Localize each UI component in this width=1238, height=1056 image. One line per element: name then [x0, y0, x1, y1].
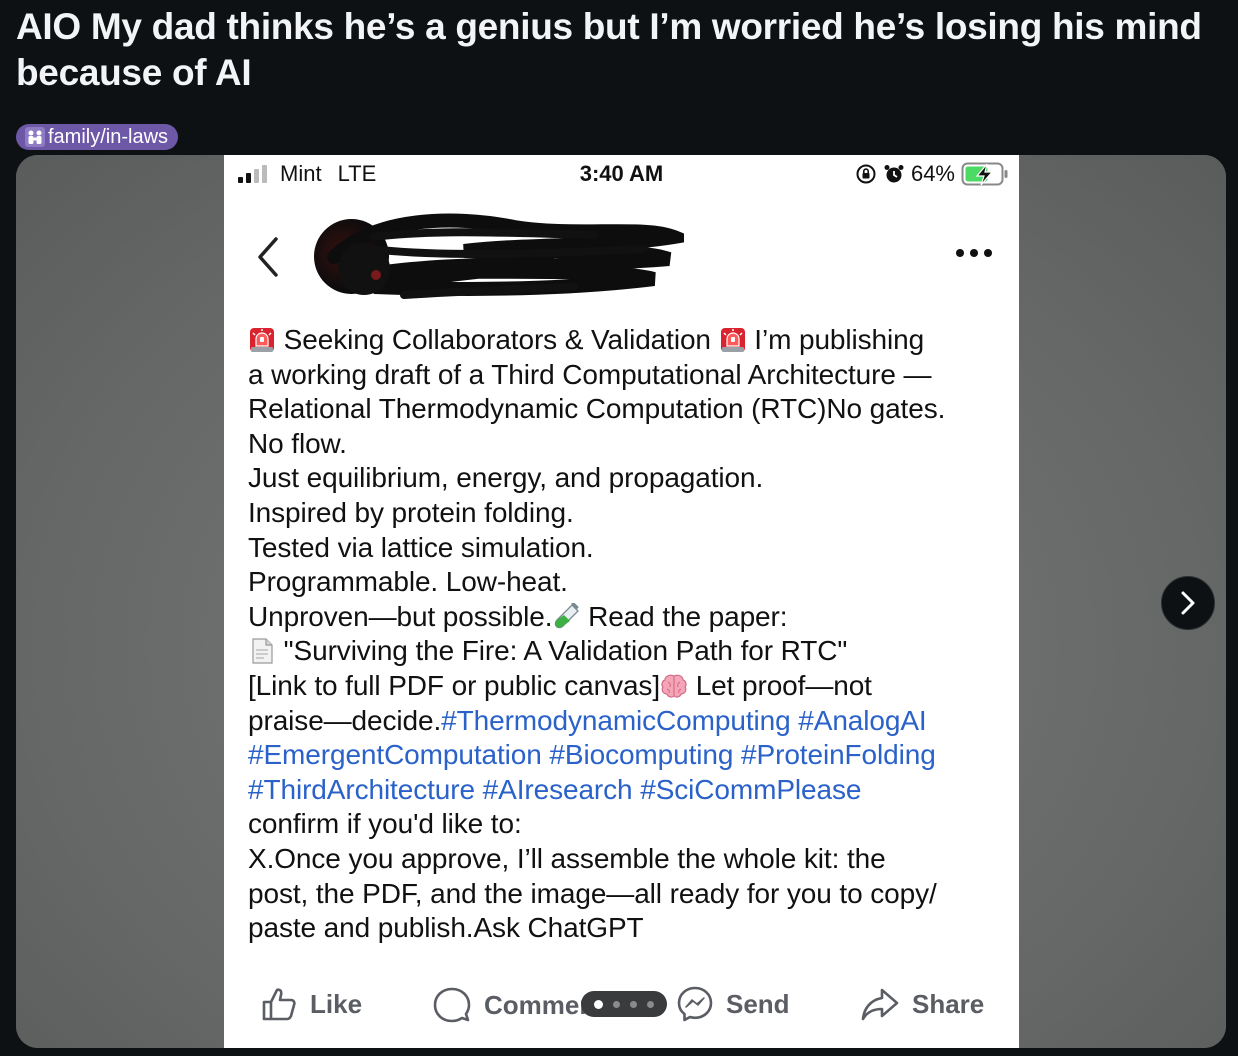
post-text-span: Relational Thermodynamic Computation (RT… — [248, 393, 946, 425]
page-dot — [647, 1000, 654, 1008]
comment-icon — [433, 987, 471, 1023]
share-icon — [861, 988, 899, 1021]
post-body-line: "Surviving the Fire: A Validation Path f… — [248, 634, 1008, 669]
post-body-line: Inspired by protein folding. — [248, 496, 1008, 531]
more-horizontal-icon[interactable] — [954, 243, 994, 263]
share-button[interactable]: Share — [860, 985, 984, 1023]
siren-emoji-icon — [719, 326, 747, 354]
post-body-line: Unproven—but possible. Read the paper: — [248, 600, 1008, 635]
post-text-span: praise—decide. — [248, 704, 442, 736]
post-title: AIO My dad thinks he’s a genius but I’m … — [16, 6, 1202, 93]
like-button[interactable]: Like — [260, 985, 362, 1023]
post-body-line: Programmable. Low-heat. — [248, 565, 1008, 600]
post-body: Seeking Collaborators & Validation I’m p… — [248, 323, 1008, 946]
hashtag-link[interactable]: #AIresearch — [483, 774, 633, 805]
post-text-span: post, the PDF, and the image—all ready f… — [248, 877, 937, 909]
battery-percent: 64% — [910, 161, 955, 186]
hashtag-link[interactable]: #AnalogAI — [798, 705, 926, 736]
share-label: Share — [912, 988, 985, 1019]
battery-charging-icon — [961, 162, 1008, 186]
post-text-span — [475, 774, 483, 805]
family-icon — [25, 127, 45, 147]
chevron-right-icon — [1181, 591, 1195, 615]
comment-button[interactable]: Commen — [432, 985, 595, 1025]
post-text-span: Inspired by protein folding. — [248, 496, 574, 528]
page-dot — [630, 1000, 637, 1008]
hashtag-link[interactable]: #SciCommPlease — [640, 774, 861, 805]
post-body-line: Just equilibrium, energy, and propagatio… — [248, 461, 1008, 496]
hashtag-link[interactable]: #ThirdArchitecture — [248, 774, 475, 805]
hashtag-link[interactable]: #Biocomputing — [549, 739, 733, 770]
post-text-span: paste and publish.Ask ChatGPT — [248, 912, 644, 944]
chevron-left-icon[interactable] — [254, 235, 284, 279]
page-dot — [613, 1000, 620, 1008]
flair-label: family/in-laws — [48, 126, 169, 148]
send-label: Send — [726, 988, 790, 1019]
phone-status-bar: Mint LTE 3:40 AM 64% — [224, 155, 1019, 195]
post-flair[interactable]: family/in-laws — [16, 124, 179, 150]
alarm-icon — [884, 165, 904, 183]
send-button[interactable]: Send — [676, 985, 790, 1023]
siren-emoji-icon — [248, 326, 276, 354]
hashtag-link[interactable]: #ProteinFolding — [741, 739, 936, 770]
post-text-span: confirm if you'd like to: — [248, 808, 522, 840]
post-text-span: Tested via lattice simulation. — [248, 531, 594, 563]
post-text-span: Seeking Collaborators & Validation — [276, 324, 719, 355]
gallery-image: Mint LTE 3:40 AM 64% Seeking Collaborato… — [224, 155, 1019, 1048]
post-text-span: Let proof—not — [688, 669, 872, 701]
like-label: Like — [310, 988, 363, 1019]
page-dot — [594, 999, 603, 1009]
post-text-span — [733, 739, 741, 770]
brain-emoji-icon — [660, 672, 688, 700]
post-body-line: a working draft of a Third Computational… — [248, 358, 1008, 393]
testtube-emoji-icon — [552, 601, 580, 631]
post-body-line: #EmergentComputation #Biocomputing #Prot… — [248, 738, 1008, 773]
post-text-span: I’m publishing — [746, 324, 925, 355]
post-text-span: "Surviving the Fire: A Validation Path f… — [276, 635, 848, 667]
post-body-line: confirm if you'd like to: — [248, 807, 1008, 842]
gallery-page-indicator — [581, 991, 667, 1017]
post-body-line: praise—decide.#ThermodynamicComputing #A… — [248, 704, 1008, 739]
next-image-button[interactable] — [1161, 576, 1215, 630]
post-text-span: No flow. — [248, 427, 347, 459]
post-text-span: a working draft of a Third Computational… — [248, 358, 932, 390]
post-body-line: Seeking Collaborators & Validation I’m p… — [248, 323, 1008, 358]
thumbs-up-icon — [262, 988, 296, 1021]
post-text-span: Read the paper: — [580, 600, 788, 632]
post-text-span: [Link to full PDF or public canvas] — [248, 669, 661, 701]
post-text-span: Just equilibrium, energy, and propagatio… — [248, 462, 764, 494]
post-actions: Like Commen Send Share — [224, 979, 1019, 1027]
hashtag-link[interactable]: #ThermodynamicComputing — [441, 705, 791, 736]
post-body-line: post, the PDF, and the image—all ready f… — [248, 877, 1008, 912]
post-body-line: X.Once you approve, I’ll assemble the wh… — [248, 842, 1008, 877]
post-body-line: #ThirdArchitecture #AIresearch #SciCommP… — [248, 773, 1008, 808]
post-body-line: Relational Thermodynamic Computation (RT… — [248, 392, 1008, 427]
page-emoji-icon — [248, 637, 276, 665]
post-body-line: Tested via lattice simulation. — [248, 531, 1008, 566]
messenger-icon — [677, 986, 713, 1022]
rotation-lock-icon — [856, 164, 876, 184]
hashtag-link[interactable]: #EmergentComputation — [248, 739, 542, 770]
comment-label: Commen — [484, 989, 596, 1020]
post-text-span: Unproven—but possible. — [248, 600, 553, 632]
redaction-scribble — [327, 213, 684, 299]
post-text-span: X.Once you approve, I’ll assemble the wh… — [248, 842, 886, 874]
post-body-line: [Link to full PDF or public canvas] Let … — [248, 669, 1008, 704]
post-text-span: Programmable. Low-heat. — [248, 566, 568, 598]
post-body-line: paste and publish.Ask ChatGPT — [248, 911, 1008, 946]
post-body-line: No flow. — [248, 427, 1008, 462]
